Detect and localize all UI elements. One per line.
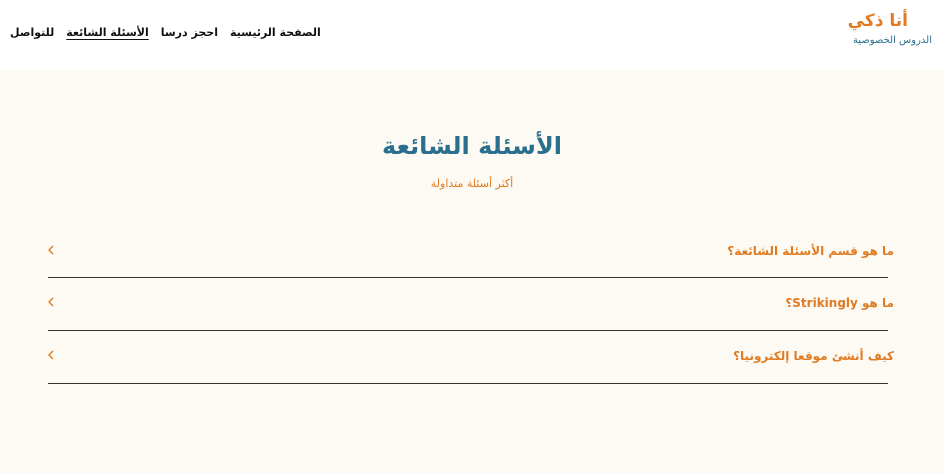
faq-question: ما هو قسم الأسئلة الشائعة؟	[727, 244, 894, 258]
faq-item[interactable]: ما هو Strikingly؟	[46, 278, 894, 331]
nav-item-contact[interactable]: للتواصل	[10, 25, 54, 41]
brand-title: أنا ذكي	[847, 11, 908, 31]
faq-question: ما هو Strikingly؟	[785, 296, 894, 310]
main-nav: الصفحة الرئيسية احجز درسا الأسئلة الشائع…	[10, 24, 321, 42]
nav-item-faq[interactable]: الأسئلة الشائعة	[66, 25, 149, 41]
brand-subtitle: الدروس الخصوصية	[852, 35, 932, 46]
faq-question: كيف أنشئ موقعا إلكترونيا؟	[733, 349, 894, 363]
chevron-left-icon[interactable]	[46, 296, 58, 308]
page-subtitle: أكثر أسئلة متداولة	[430, 177, 514, 190]
faq-list: ما هو قسم الأسئلة الشائعة؟ ما هو Strikin…	[46, 226, 894, 384]
faq-item[interactable]: ما هو قسم الأسئلة الشائعة؟	[46, 226, 894, 278]
brand-logo[interactable]: أنا ذكي الدروس الخصوصية	[848, 9, 932, 48]
faq-item[interactable]: كيف أنشئ موقعا إلكترونيا؟	[46, 331, 894, 384]
nav-item-home[interactable]: الصفحة الرئيسية	[230, 25, 321, 41]
chevron-left-icon[interactable]	[46, 244, 58, 256]
nav-item-book-lesson[interactable]: احجز درسا	[161, 25, 218, 41]
page-title: الأسئلة الشائعة	[382, 132, 562, 160]
site-header: أنا ذكي الدروس الخصوصية الصفحة الرئيسية …	[0, 0, 944, 70]
chevron-left-icon[interactable]	[46, 349, 58, 361]
faq-section: الأسئلة الشائعة أكثر أسئلة متداولة ما هو…	[0, 70, 944, 473]
